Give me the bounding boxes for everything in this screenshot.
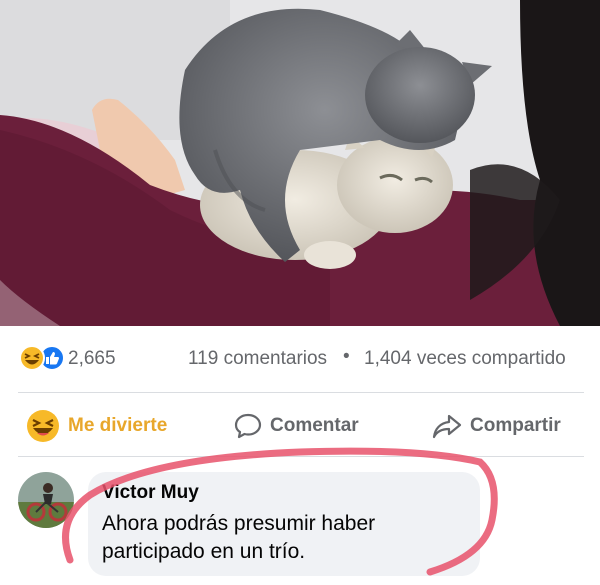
comment-author[interactable]: Victor Muy <box>102 482 199 504</box>
haha-icon <box>27 410 59 442</box>
cats-photo-image <box>0 0 600 326</box>
post-actions-bar: Me divierte Comentar Compartir <box>0 400 600 450</box>
comment-text: Ahora podrás presumir haber participado … <box>102 512 376 563</box>
share-label: Compartir <box>470 415 561 436</box>
comments-count[interactable]: 119 comentarios <box>188 348 327 370</box>
comment-button[interactable]: Comentar <box>234 406 359 446</box>
share-button[interactable]: Compartir <box>432 406 561 446</box>
haha-reaction-button[interactable]: Me divierte <box>26 406 167 446</box>
comment-icon <box>234 413 262 439</box>
divider-bottom <box>18 456 584 457</box>
divider-top <box>18 392 584 393</box>
share-arrow-icon <box>432 414 462 439</box>
post-photo[interactable] <box>0 0 600 326</box>
shares-count[interactable]: 1,404 veces compartido <box>364 348 566 370</box>
comment-bubble[interactable]: Victor Muy Ahora podrás presumir haber p… <box>88 472 480 576</box>
haha-icon <box>19 345 45 371</box>
comment-item: Victor Muy Ahora podrás presumir haber p… <box>0 462 600 585</box>
comment-label: Comentar <box>270 415 359 436</box>
reaction-count[interactable]: 2,665 <box>68 348 116 370</box>
reaction-icons[interactable] <box>18 344 68 372</box>
haha-reaction-label: Me divierte <box>68 415 168 436</box>
stats-separator: • <box>343 346 350 367</box>
avatar[interactable] <box>18 472 74 528</box>
post-stats-bar: 2,665 119 comentarios • 1,404 veces comp… <box>0 338 600 378</box>
